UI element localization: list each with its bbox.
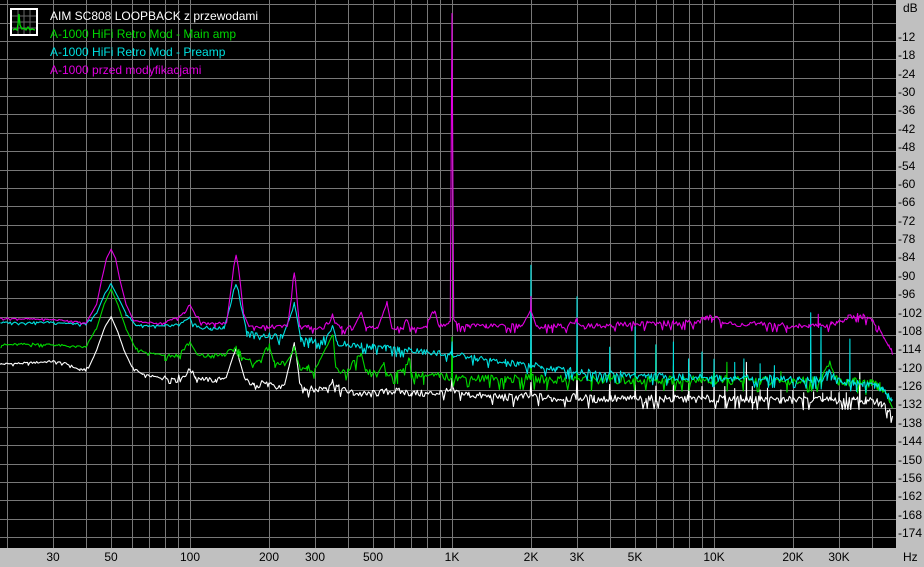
legend-label: A-1000 przed modyfikacjami <box>50 63 202 77</box>
plot-area <box>0 0 896 548</box>
spectrum-icon-glyph <box>12 10 36 34</box>
y-tick-label: -72 <box>898 214 916 228</box>
x-tick-label: 30 <box>46 550 60 564</box>
y-tick-label: -48 <box>898 140 916 154</box>
x-tick-label: 3K <box>569 550 585 564</box>
y-tick-label: -162 <box>898 489 923 503</box>
x-tick-label: 10K <box>703 550 725 564</box>
y-tick-label: -114 <box>898 342 922 356</box>
y-tick-label: -168 <box>898 508 923 522</box>
spectrum-icon <box>10 8 38 36</box>
legend-item-preamp: A-1000 HiFi Retro Mod - Preamp <box>50 43 258 61</box>
y-tick-label: -66 <box>898 195 916 209</box>
x-tick-label: 20K <box>782 550 804 564</box>
legend-item-loopback: AIM SC808 LOOPBACK z przewodami <box>50 7 258 25</box>
x-axis-unit: Hz <box>903 550 918 564</box>
legend: AIM SC808 LOOPBACK z przewodami A-1000 H… <box>50 7 258 79</box>
x-tick-label: 1K <box>444 550 460 564</box>
y-tick-label: -150 <box>898 453 923 467</box>
y-tick-label: -126 <box>898 379 923 393</box>
y-tick-label: -174 <box>898 526 923 540</box>
y-tick-label: -42 <box>898 122 916 136</box>
y-tick-label: -144 <box>898 434 923 448</box>
y-tick-label: -30 <box>898 85 916 99</box>
rmaa-spectrum-window: AIM SC808 LOOPBACK z przewodami A-1000 H… <box>0 0 924 567</box>
y-tick-label: -156 <box>898 471 923 485</box>
y-tick-label: -120 <box>898 361 923 375</box>
y-tick-label: -36 <box>898 103 916 117</box>
y-tick-label: -54 <box>898 159 916 173</box>
y-tick-label: -108 <box>898 324 923 338</box>
x-tick-label: 200 <box>258 550 280 564</box>
x-tick-label: 50 <box>104 550 118 564</box>
x-tick-label: 5K <box>627 550 643 564</box>
y-tick-label: -60 <box>898 177 916 191</box>
y-tick-label: -24 <box>898 67 916 81</box>
x-tick-label: 100 <box>179 550 201 564</box>
x-tick-label: 2K <box>523 550 539 564</box>
x-tick-label: 500 <box>362 550 384 564</box>
x-tick-label: 30K <box>828 550 850 564</box>
plot-background <box>0 0 896 548</box>
y-tick-label: -132 <box>898 397 923 411</box>
y-tick-label: -18 <box>898 48 916 62</box>
legend-label: AIM SC808 LOOPBACK z przewodami <box>50 9 259 23</box>
y-tick-label: -138 <box>898 416 923 430</box>
y-tick-label: -12 <box>898 30 916 44</box>
y-tick-label: -96 <box>898 287 916 301</box>
y-tick-label: -102 <box>898 306 923 320</box>
y-tick-label: -90 <box>898 269 916 283</box>
y-tick-label: -84 <box>898 250 916 264</box>
spectrum-plot <box>0 0 896 548</box>
legend-label: A-1000 HiFi Retro Mod - Preamp <box>50 45 226 59</box>
y-axis-unit: dB <box>903 1 918 15</box>
legend-item-before-mod: A-1000 przed modyfikacjami <box>50 61 258 79</box>
legend-label: A-1000 HiFi Retro Mod - Main amp <box>50 27 237 41</box>
legend-item-main-amp: A-1000 HiFi Retro Mod - Main amp <box>50 25 258 43</box>
x-tick-label: 300 <box>304 550 326 564</box>
y-tick-label: -78 <box>898 232 916 246</box>
